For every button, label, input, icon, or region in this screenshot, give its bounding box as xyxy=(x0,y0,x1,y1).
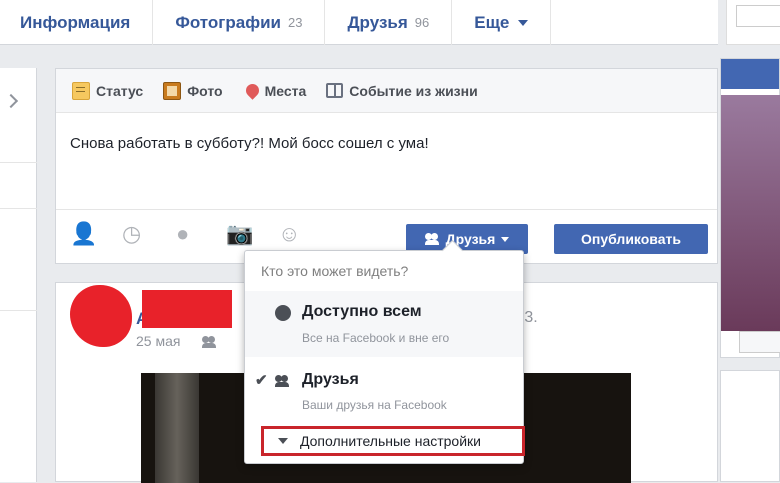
location-pin-icon xyxy=(242,81,262,100)
right-card-button[interactable] xyxy=(739,331,780,353)
top-right-panel xyxy=(726,0,780,45)
globe-icon xyxy=(275,305,291,321)
post-composer: Статус Фото Места Событие из жизни Снова… xyxy=(55,68,718,264)
chevron-down-icon xyxy=(518,19,529,26)
option-title: Доступно всем xyxy=(302,303,422,320)
book-icon xyxy=(326,83,344,98)
note-icon xyxy=(72,81,90,100)
dropdown-header: Кто это может видеть? xyxy=(261,263,409,279)
right-card-image xyxy=(721,95,780,331)
right-column-panel xyxy=(720,370,780,482)
tab-label: Информация xyxy=(20,12,131,32)
friends-icon xyxy=(202,336,216,348)
friends-icon xyxy=(275,375,290,387)
divider xyxy=(0,162,37,163)
avatar-redacted xyxy=(70,285,132,347)
audience-option-friends[interactable]: ✔ Друзья Ваши друзья на Facebook xyxy=(245,357,523,419)
tab-label: Друзья xyxy=(347,12,408,32)
left-column xyxy=(0,68,37,482)
tab-more[interactable]: Еще xyxy=(452,0,552,45)
clock-icon[interactable]: ◷ xyxy=(122,222,141,246)
tab-label: Фотографии xyxy=(175,12,281,32)
right-column-card xyxy=(720,58,780,358)
friends-icon xyxy=(424,233,440,245)
composer-tab-label: Фото xyxy=(187,82,223,99)
divider xyxy=(0,310,37,311)
right-card-header xyxy=(721,59,779,89)
composer-text[interactable]: Снова работать в субботу?! Мой босс соше… xyxy=(56,113,717,209)
tab-count: 23 xyxy=(287,15,303,30)
option-subtitle: Все на Facebook и вне его xyxy=(302,331,450,345)
composer-tabs: Статус Фото Места Событие из жизни xyxy=(56,69,717,113)
tab-photos[interactable]: Фотографии 23 xyxy=(153,0,326,45)
post-date[interactable]: 25 мая xyxy=(136,333,180,349)
location-pin-icon[interactable]: ● xyxy=(176,222,189,246)
publish-button[interactable]: Опубликовать xyxy=(554,224,708,254)
chevron-right-icon[interactable] xyxy=(3,93,19,109)
more-options-item[interactable]: Дополнительные настройки xyxy=(261,426,525,456)
option-subtitle: Ваши друзья на Facebook xyxy=(302,398,447,412)
audience-option-public[interactable]: Доступно всем Все на Facebook и вне его xyxy=(245,291,523,357)
name-redaction xyxy=(142,290,232,328)
composer-tab-places[interactable]: Места xyxy=(242,81,307,100)
tab-count: 96 xyxy=(414,15,430,30)
image-detail xyxy=(155,373,199,483)
divider xyxy=(0,208,37,209)
top-right-field[interactable] xyxy=(736,5,780,27)
profile-tab-bar: Информация Фотографии 23 Друзья 96 Еще xyxy=(0,0,718,45)
more-options-label: Дополнительные настройки xyxy=(300,433,481,449)
chevron-down-icon xyxy=(278,438,288,444)
camera-icon[interactable]: 📷 xyxy=(226,222,253,246)
smiley-icon[interactable]: ☺ xyxy=(278,222,300,246)
option-title: Друзья xyxy=(302,371,359,388)
photo-icon xyxy=(163,81,182,100)
tab-friends[interactable]: Друзья 96 xyxy=(325,0,453,45)
tag-friends-icon[interactable]: 👤 xyxy=(70,222,97,246)
checkmark-icon: ✔ xyxy=(255,372,268,389)
audience-dropdown: Кто это может видеть? Доступно всем Все … xyxy=(244,250,525,464)
composer-tab-label: Места xyxy=(264,82,307,99)
chevron-down-icon xyxy=(501,236,510,242)
composer-tab-label: Статус xyxy=(96,82,144,99)
tab-label: Еще xyxy=(474,12,510,32)
composer-tab-life-event[interactable]: Событие из жизни xyxy=(326,82,478,99)
composer-tab-photo[interactable]: Фото xyxy=(163,81,223,100)
tab-info[interactable]: Информация xyxy=(0,0,154,45)
composer-tab-status[interactable]: Статус xyxy=(72,81,144,100)
composer-tab-label: Событие из жизни xyxy=(349,82,478,99)
